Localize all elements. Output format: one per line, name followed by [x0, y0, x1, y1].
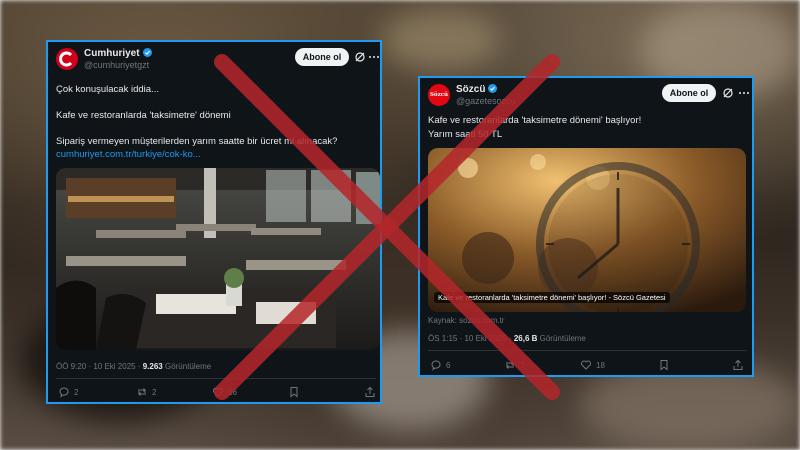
view-count: 26,6 B	[513, 334, 538, 343]
restaurant-photo[interactable]	[56, 168, 380, 350]
tweet-timestamp[interactable]: ÖS 1:15 · 10 Eki 2025 · 26,6 B Görüntüle…	[428, 334, 586, 343]
heart-icon	[581, 360, 591, 370]
follow-button[interactable]: Abone ol	[295, 48, 349, 66]
link-card-caption: Kafe ve restoranlarda 'taksimetre dönemi…	[434, 292, 670, 303]
share-icon[interactable]	[732, 359, 744, 371]
repost-icon	[506, 361, 514, 369]
reply-button[interactable]: 2	[58, 386, 78, 398]
share-icon[interactable]	[364, 386, 376, 398]
verified-badge-icon	[488, 84, 498, 93]
tweet-text-line: Kafe ve restoranlarda 'taksimetre' dönem…	[56, 110, 231, 121]
cumhuriyet-tweet-card[interactable]: Cumhuriyet @cumhuriyetgzt Abone ol Çok k…	[46, 40, 382, 404]
sozcu-avatar[interactable]: Sözcü	[428, 84, 450, 106]
like-button[interactable]: 18	[580, 359, 605, 371]
account-handle[interactable]: @gazetesozcu	[456, 96, 516, 106]
repost-icon	[138, 388, 146, 396]
cumhuriyet-avatar[interactable]	[56, 48, 78, 70]
repost-button[interactable]: 2	[136, 386, 156, 398]
reply-icon	[59, 387, 69, 398]
grok-icon[interactable]	[722, 87, 734, 99]
account-name[interactable]: Cumhuriyet	[84, 48, 152, 59]
tweet-text-line: Yarım saati 50 TL	[428, 129, 503, 140]
follow-button[interactable]: Abone ol	[662, 84, 716, 102]
link-card-image[interactable]: Kafe ve restoranlarda 'taksimetre dönemi…	[428, 148, 746, 312]
divider	[56, 378, 376, 379]
more-options-icon[interactable]	[368, 51, 380, 63]
heart-icon	[213, 387, 223, 397]
article-link[interactable]: cumhuriyet.com.tr/turkiye/cok-ko...	[56, 149, 201, 160]
repost-button[interactable]: 7	[504, 359, 524, 371]
link-source[interactable]: Kaynak: sozcu.com.tr	[428, 316, 504, 325]
divider	[428, 350, 746, 351]
more-options-icon[interactable]	[738, 87, 750, 99]
sozcu-tweet-card[interactable]: Sözcü Sözcü @gazetesozcu Abone ol Kafe v…	[418, 76, 754, 377]
reply-button[interactable]: 6	[430, 359, 450, 371]
verified-badge-icon	[142, 48, 152, 57]
like-button[interactable]: 16	[212, 386, 237, 398]
reply-icon	[431, 360, 441, 371]
bookmark-icon[interactable]	[288, 386, 300, 398]
tweet-text-line: Kafe ve restoranlarda 'taksimetre dönemi…	[428, 115, 642, 126]
grok-icon[interactable]	[354, 51, 366, 63]
account-name[interactable]: Sözcü	[456, 84, 498, 95]
tweet-timestamp[interactable]: ÖÖ 9:20 · 10 Eki 2025 · 9.263 Görüntülem…	[56, 362, 211, 371]
account-handle[interactable]: @cumhuriyetgzt	[84, 60, 149, 70]
view-count: 9.263	[142, 362, 163, 371]
tweet-text-line: Sipariş vermeyen müşterilerden yarım saa…	[56, 136, 338, 147]
bookmark-icon[interactable]	[658, 359, 670, 371]
tweet-text-line: Çok konuşulacak iddia...	[56, 84, 159, 95]
